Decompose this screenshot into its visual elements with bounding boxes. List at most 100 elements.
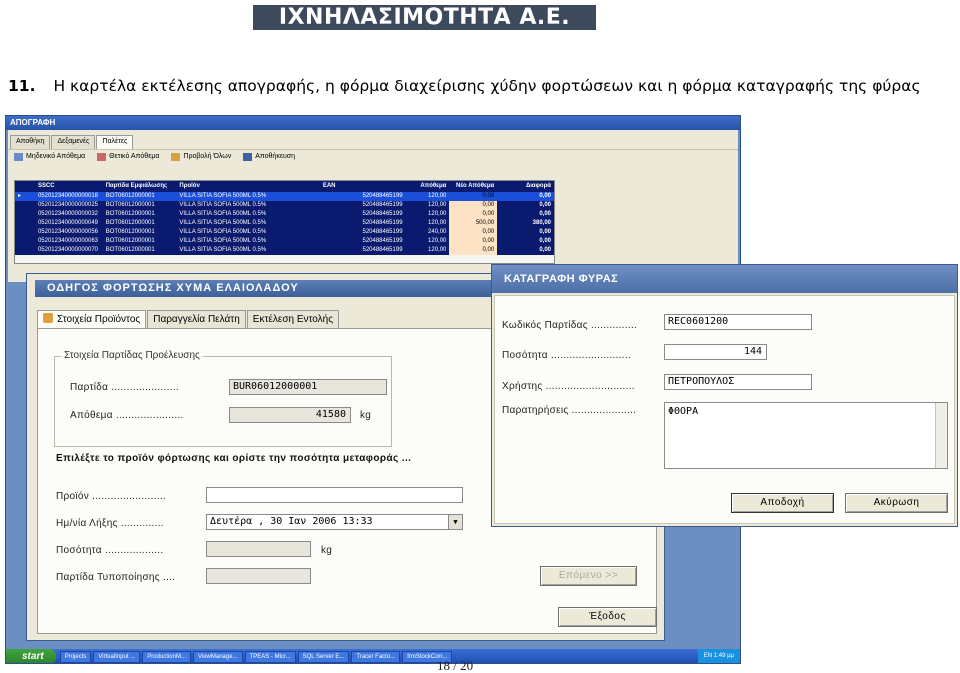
taskbar-item[interactable]: ProductionM...	[142, 650, 191, 663]
table-row[interactable]: 052012340000000025 BOT06012000001 VILLA SI…	[15, 201, 554, 210]
quantity-unit: kg	[321, 545, 333, 556]
table-row[interactable]: 052012340000000063 BOT06012000001 VILLA SI…	[15, 237, 554, 246]
grid-header-cell: Προϊόν	[179, 183, 200, 189]
inventory-window-title: ΑΠΟΓΡΑΦΗ	[6, 116, 740, 130]
taskbar-item[interactable]: TPEAS - Micr...	[244, 650, 296, 663]
grid-header-cell: EAN	[322, 183, 336, 189]
table-cell: 0,00	[449, 210, 498, 219]
table-cell	[15, 219, 35, 228]
cancel-button[interactable]: Ακύρωση	[845, 493, 948, 513]
table-cell: 120,00	[428, 220, 447, 226]
product-label: Προϊόν ........................	[56, 491, 167, 502]
accept-button[interactable]: Αποδοχή	[731, 493, 834, 513]
exit-button[interactable]: Έξοδος	[558, 607, 657, 627]
product-tab-icon	[43, 313, 53, 323]
table-cell: ▸	[15, 192, 35, 201]
zero-stock-icon	[14, 152, 23, 161]
grid-header-cell: Νέο Απόθεμα	[455, 183, 495, 189]
show-all-button[interactable]: Προβολή Όλων	[171, 152, 231, 161]
tab-tanks[interactable]: Δεξαμενές	[51, 135, 96, 149]
table-cell: 0,00	[539, 202, 551, 208]
save-icon	[243, 152, 253, 161]
grid-header-cell: Παρτίδα Εμφιάλωσης	[105, 183, 168, 189]
quantity-input[interactable]	[206, 541, 311, 557]
remarks-scrollbar[interactable]	[935, 403, 947, 468]
tab-pallets[interactable]: Παλέτες	[96, 135, 134, 149]
table-cell: VILLA SITIA SOFIA 500ML 0.5%	[176, 192, 320, 201]
show-all-icon	[171, 152, 181, 161]
stock-unit: kg	[360, 410, 372, 421]
save-button[interactable]: Αποθήκευση	[243, 152, 295, 161]
taskbar-item[interactable]: VirtualInput ...	[93, 650, 141, 663]
inventory-window: Αποθήκη Δεξαμενές Παλέτες Μηδενικό Απόθε…	[8, 130, 738, 282]
table-cell: 052012340000000032	[37, 211, 99, 217]
waste-form-dialog: ΚΑΤΑΓΡΑΦΗ ΦΥΡΑΣ Κωδικός Παρτίδας .......…	[491, 264, 958, 527]
table-cell: 0,00	[449, 228, 498, 237]
table-cell: VILLA SITIA SOFIA 500ML 0.5%	[179, 229, 267, 235]
taskbar-item[interactable]: Tracer Facto...	[351, 650, 401, 663]
grid-header-cell: Διαφορά	[525, 183, 551, 189]
table-row[interactable]: 052012340000000032 BOT06012000001 VILLA SI…	[15, 210, 554, 219]
table-row[interactable]: 052012340000000049 BOT06012000001 VILLA SI…	[15, 219, 554, 228]
table-cell: 0,00	[449, 246, 498, 255]
table-cell: 500,00	[449, 219, 498, 228]
expiry-label: Ημ/νία Λήξης ..............	[56, 518, 164, 529]
table-cell: 520488465199	[362, 220, 403, 226]
table-cell: BOT06012000001	[105, 211, 155, 217]
quantity-label: Ποσότητα ...................	[56, 545, 164, 556]
remarks-textarea[interactable]: ΦΘΟΡΑ	[664, 402, 948, 469]
table-cell: BOT06012000001	[102, 192, 177, 201]
company-banner: ΙΧΝΗΛΑΣΙΜΟΤΗΤΑ Α.Ε.	[253, 5, 596, 30]
waste-quantity-label: Ποσότητα ..........................	[502, 350, 631, 361]
table-cell: 0,00	[449, 237, 498, 246]
table-cell: 052012340000000049	[37, 220, 99, 226]
zero-stock-button[interactable]: Μηδενικό Απόθεμα	[14, 152, 85, 161]
table-cell: VILLA SITIA SOFIA 500ML 0.5%	[179, 247, 267, 253]
table-row[interactable]: ▸ 052012340000000018 BOT06012000001 VILLA S…	[15, 192, 554, 201]
user-label: Χρήστης .............................	[502, 381, 635, 392]
table-cell: VILLA SITIA SOFIA 500ML 0.5%	[179, 238, 267, 244]
wizard-tabs: Στοιχεία Προϊόντος Παραγγελία Πελάτη Εκτ…	[37, 310, 340, 328]
table-cell: 120,00	[428, 211, 447, 217]
start-button[interactable]: start	[6, 649, 56, 663]
packing-batch-label: Παρτίδα Τυποποίησης ....	[56, 572, 176, 583]
source-batch-group: Στοιχεία Παρτίδας Προέλευσης Παρτίδα ...…	[54, 350, 392, 447]
tab-product-details[interactable]: Στοιχεία Προϊόντος	[37, 310, 147, 328]
product-input[interactable]	[206, 487, 463, 503]
table-cell: 520488465199	[362, 229, 403, 235]
table-cell: 052012340000000063	[37, 238, 99, 244]
table-cell: BOT06012000001	[105, 238, 155, 244]
grid-header-cell: SSCC	[37, 183, 55, 189]
tab-customer-order[interactable]: Παραγγελία Πελάτη	[147, 310, 246, 328]
batch-label: Παρτίδα ......................	[70, 382, 179, 393]
waste-form-body: Κωδικός Παρτίδας ............... REC0601…	[494, 295, 955, 524]
table-cell: 052012340000000018	[34, 192, 103, 201]
taskbar-item[interactable]: ViewManage...	[192, 650, 243, 663]
expiry-date-picker[interactable]: Δευτέρα , 30 Ιαν 2006 13:33 ▼	[206, 514, 463, 530]
positive-stock-icon	[97, 152, 107, 161]
tab-order-execution[interactable]: Εκτέλεση Εντολής	[246, 310, 340, 328]
batch-code-field[interactable]: REC0601200	[664, 314, 812, 330]
table-cell: 520488465199	[319, 192, 406, 201]
waste-quantity-field[interactable]: 144	[664, 344, 767, 360]
table-cell: 120,00	[405, 192, 450, 201]
table-cell: 0,00	[449, 192, 498, 201]
positive-stock-button[interactable]: Θετικό Απόθεμα	[97, 152, 159, 161]
table-cell	[15, 237, 35, 246]
table-cell	[15, 210, 35, 219]
taskbar-item[interactable]: SQL Server E...	[297, 650, 350, 663]
chevron-down-icon[interactable]: ▼	[448, 515, 462, 529]
table-cell: 520488465199	[362, 202, 403, 208]
next-button[interactable]: Επόμενο >>	[540, 566, 637, 586]
table-cell: 120,00	[428, 247, 447, 253]
table-row[interactable]: 052012340000000070 BOT06012000001 VILLA SI…	[15, 246, 554, 255]
table-cell: VILLA SITIA SOFIA 500ML 0.5%	[179, 211, 267, 217]
system-tray: EN 1:49 μμ	[697, 649, 740, 663]
table-row[interactable]: 052012340000000056 BOT06012000001 VILLA SI…	[15, 228, 554, 237]
tab-warehouse[interactable]: Αποθήκη	[10, 135, 51, 149]
table-cell: 520488465199	[362, 238, 403, 244]
table-cell: BOT06012000001	[105, 229, 155, 235]
remarks-label: Παρατηρήσεις .....................	[502, 405, 637, 416]
taskbar-item[interactable]: Projects	[59, 650, 92, 663]
user-field[interactable]: ΠΕΤΡΟΠΟΥΛΟΣ	[664, 374, 812, 390]
